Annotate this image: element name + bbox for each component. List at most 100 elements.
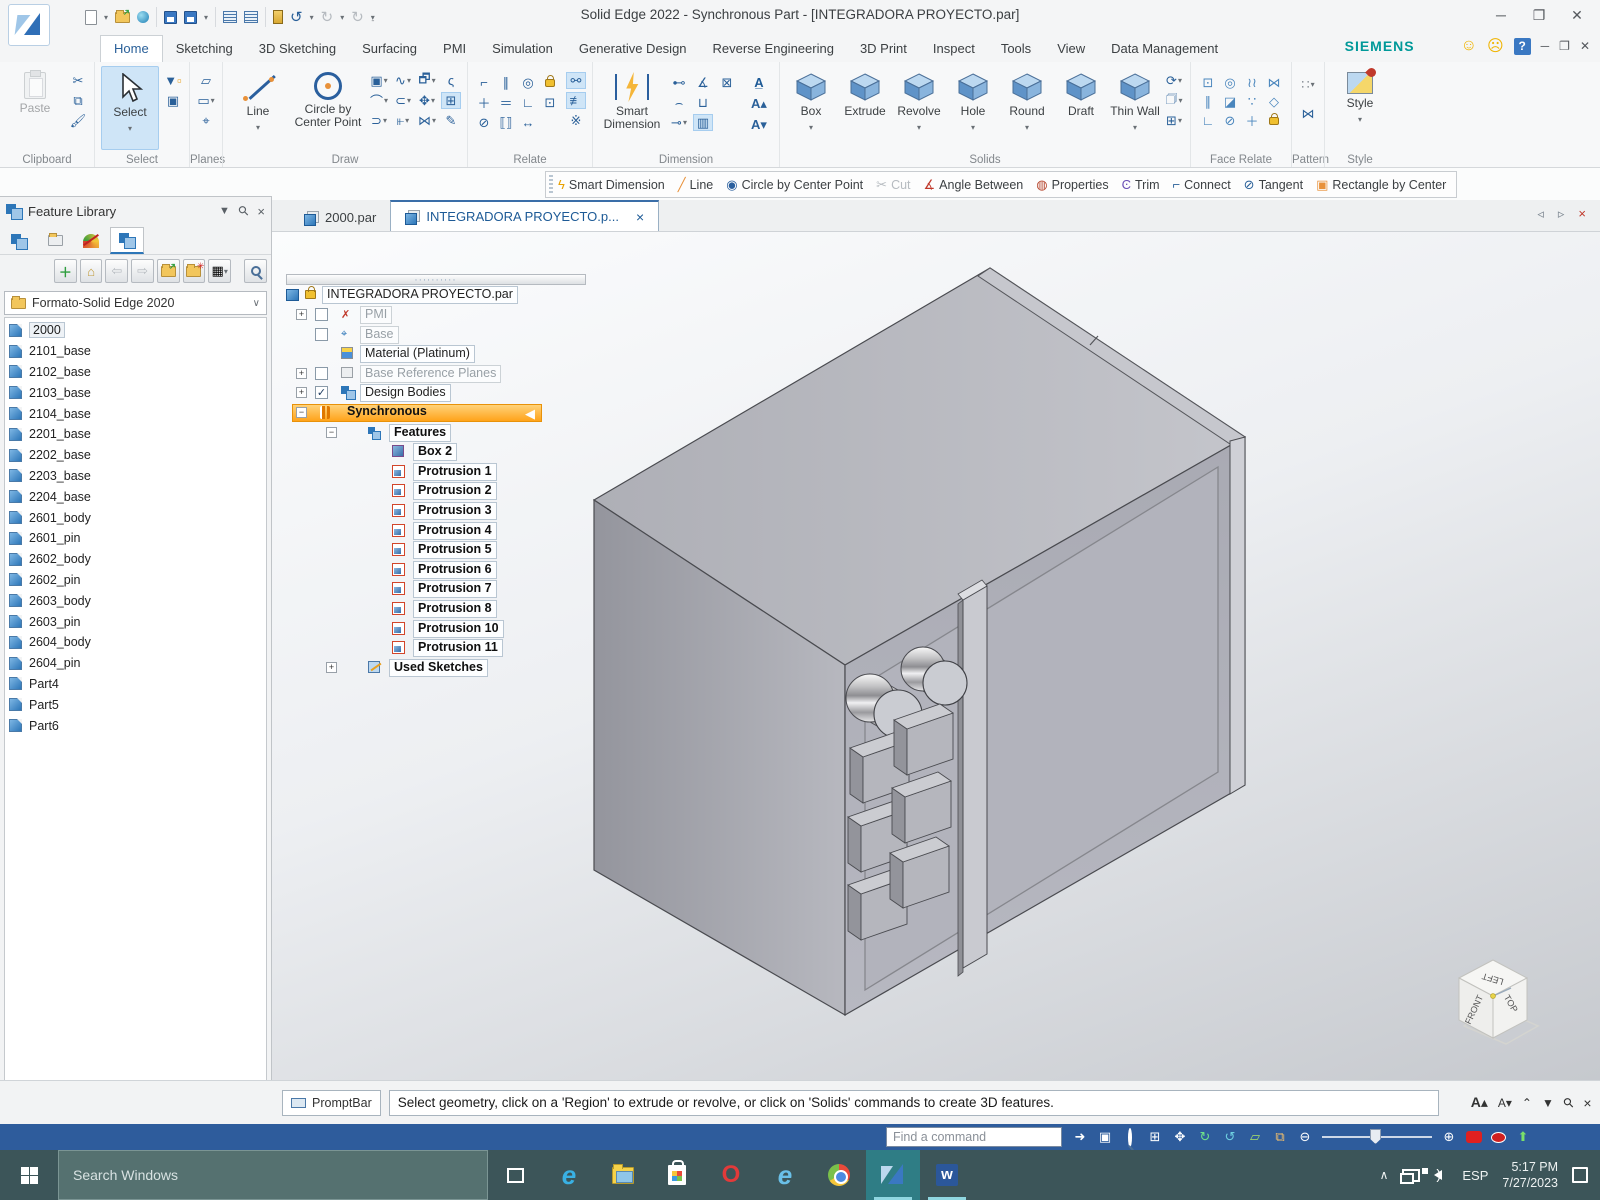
taskbar-search-input[interactable]: Search Windows <box>58 1150 488 1200</box>
toolbar-grip[interactable] <box>549 175 553 195</box>
taskbar-app-file-explorer[interactable] <box>596 1150 650 1200</box>
ribbon-tab-3d-sketching[interactable]: 3D Sketching <box>246 36 349 62</box>
maintain-relationships-icon[interactable]: ⚯︎ <box>566 72 586 89</box>
library-item[interactable]: 2603_body <box>5 590 266 611</box>
undo-icon[interactable]: ↺ <box>290 10 303 25</box>
document-tab-integradora-proyecto-p-[interactable]: INTEGRADORA PROYECTO.p... × <box>390 200 660 231</box>
thin-wall-button[interactable]: Thin Wall ▾ <box>1110 66 1160 150</box>
close-document-icon[interactable] <box>273 10 284 24</box>
library-item[interactable]: 2204_base <box>5 486 266 507</box>
arc-tool-icon[interactable]: ⌒ ▾ <box>369 92 389 109</box>
context-tangent[interactable]: ⊘ Tangent <box>1244 178 1303 192</box>
network-icon[interactable] <box>1400 1168 1421 1184</box>
open-icon[interactable] <box>115 9 131 23</box>
library-item[interactable]: 2604_body <box>5 632 266 653</box>
ribbon-tab-home[interactable]: Home <box>100 35 163 62</box>
select-button[interactable]: Select ▾ <box>101 66 159 150</box>
equal-relation-icon[interactable]: ＝ <box>496 94 516 111</box>
pathfinder-node-protrusion-5[interactable]: Protrusion 5 <box>286 541 616 560</box>
view-cube[interactable]: LEFT FRONT TOP <box>1436 944 1546 1054</box>
hole-button[interactable]: Hole ▾ <box>948 66 998 150</box>
view-menu-button[interactable]: ▦ ▾ <box>208 259 232 283</box>
taskbar-app-store[interactable] <box>650 1150 704 1200</box>
ribbon-tab-pmi[interactable]: PMI <box>430 36 479 62</box>
back-button[interactable]: ⇦ <box>105 259 129 283</box>
library-item[interactable]: 2102_base <box>5 362 266 383</box>
library-item[interactable]: 2104_base <box>5 403 266 424</box>
minimize-button[interactable]: ─ <box>1484 2 1518 28</box>
redo-dropdown[interactable]: ▾ <box>340 13 344 22</box>
tab-close-icon[interactable]: × <box>636 209 644 225</box>
repeat-icon[interactable]: ↻ <box>351 10 364 25</box>
zoom-slider-handle[interactable] <box>1370 1129 1381 1144</box>
mirror-icon[interactable]: ⋈ <box>1298 105 1318 122</box>
taskbar-app-word[interactable]: w <box>920 1150 974 1200</box>
angle-dimension-icon[interactable]: ∡ <box>693 74 713 91</box>
style-button[interactable]: Style ▾ <box>1331 66 1389 150</box>
mirror-tool-icon[interactable]: ⋈ ▾ <box>417 112 437 129</box>
rectangle-tool-icon[interactable]: ▣ ▾ <box>369 72 389 89</box>
pathfinder-node-protrusion-8[interactable]: Protrusion 8 <box>286 600 616 619</box>
collapse-icon[interactable]: − <box>326 426 337 438</box>
library-item[interactable]: 2601_pin <box>5 528 266 549</box>
coplanar-face-icon[interactable]: ⊡ <box>1197 74 1219 91</box>
collinear-relation-icon[interactable]: ↔ <box>518 114 538 131</box>
sketch-edit-icon[interactable]: ✎ <box>441 112 461 129</box>
pattern-icon[interactable]: ∷ ▾ <box>1298 76 1318 93</box>
concentric-relation-icon[interactable]: ◎ <box>518 74 538 91</box>
checkbox-unchecked[interactable] <box>315 366 328 380</box>
taskbar-app-opera[interactable]: O <box>704 1150 758 1200</box>
move-tool-icon[interactable]: ✥ ▾ <box>417 92 437 109</box>
next-document-icon[interactable]: ▹ <box>1558 206 1565 222</box>
close-button[interactable]: ✕ <box>1560 2 1594 28</box>
command-finder-arrow-icon[interactable]: ➜ <box>1072 1129 1088 1145</box>
lock-face-icon[interactable] <box>1263 112 1285 129</box>
round-button[interactable]: Round ▾ <box>1002 66 1052 150</box>
tray-chevron-icon[interactable]: ∧ <box>1380 1168 1389 1182</box>
library-item[interactable]: 2201_base <box>5 424 266 445</box>
coordinate-dimension-icon[interactable]: ⊔ <box>693 94 713 111</box>
dock-icon[interactable]: ▼ <box>1542 1096 1554 1110</box>
symmetry-face-icon[interactable]: ≀≀ <box>1241 74 1263 91</box>
add-library-member-button[interactable]: ＋ <box>54 259 77 283</box>
up-one-level-button[interactable] <box>156 259 180 283</box>
pathfinder-node-protrusion-1[interactable]: Protrusion 1 <box>286 462 616 482</box>
prompt-bar-label[interactable]: PromptBar <box>282 1089 381 1116</box>
pathfinder-node-protrusion-11[interactable]: Protrusion 11 <box>286 639 616 658</box>
undo-dropdown[interactable]: ▾ <box>310 13 314 22</box>
property-manager-icon[interactable] <box>244 11 259 23</box>
construction-tool-icon[interactable]: ⫦ ▾ <box>393 112 413 129</box>
pathfinder-node-box-2[interactable]: Box 2 <box>286 443 616 462</box>
paste-button[interactable]: Paste <box>6 66 64 150</box>
context-rectangle-center[interactable]: ▣ Rectangle by Center <box>1316 178 1446 192</box>
format-painter-icon[interactable]: 🖌︎ <box>68 112 88 129</box>
pathfinder-node-base[interactable]: ⌖ Base <box>286 325 616 345</box>
zoom-in-icon[interactable]: ⊕ <box>1441 1129 1457 1145</box>
clock[interactable]: 5:17 PM 7/27/2023 <box>1502 1159 1558 1192</box>
tab-sensors[interactable] <box>74 227 108 254</box>
context-trim[interactable]: Ͼ Trim <box>1122 178 1160 192</box>
document-tab-2000-par[interactable]: 2000.par <box>290 203 390 231</box>
arc2-tool-icon[interactable]: ⊃ ▾ <box>369 112 389 129</box>
start-button[interactable] <box>0 1150 58 1200</box>
panel-pin-icon[interactable]: ⚲ <box>235 202 253 220</box>
manage-icon[interactable] <box>223 11 238 23</box>
context-cut[interactable]: ✂ Cut <box>876 178 910 192</box>
pathfinder-node-protrusion-2[interactable]: Protrusion 2 <box>286 482 616 501</box>
prev-document-icon[interactable]: ◃ <box>1537 206 1544 222</box>
sketch-view-icon[interactable]: ▱ <box>1247 1129 1263 1145</box>
expand-icon[interactable]: + <box>296 387 307 399</box>
rigid-set-relation-icon[interactable]: ⊡ <box>540 94 560 111</box>
save-as-icon[interactable] <box>184 10 198 24</box>
ribbon-restore-icon[interactable]: ❐ <box>1559 39 1570 53</box>
multi-body-icon[interactable]: 🗇︎ ▾ <box>1164 91 1184 109</box>
symmetric-about-icon[interactable]: ⋈ <box>1263 74 1285 91</box>
record-icon[interactable] <box>1491 1131 1506 1143</box>
library-folder-select[interactable]: Formato-Solid Edge 2020 ∨ <box>4 291 267 315</box>
parallel-face-icon[interactable]: ∥ <box>1197 93 1219 110</box>
pathfinder-node-protrusion-6[interactable]: Protrusion 6 <box>286 560 616 580</box>
library-item[interactable]: 2601_body <box>5 507 266 528</box>
symmetric-relation-icon[interactable]: ⟦⟧ <box>496 114 516 131</box>
language-indicator[interactable]: ESP <box>1462 1168 1488 1183</box>
pathfinder-node-used-sketches[interactable]: + Used Sketches <box>286 658 616 678</box>
